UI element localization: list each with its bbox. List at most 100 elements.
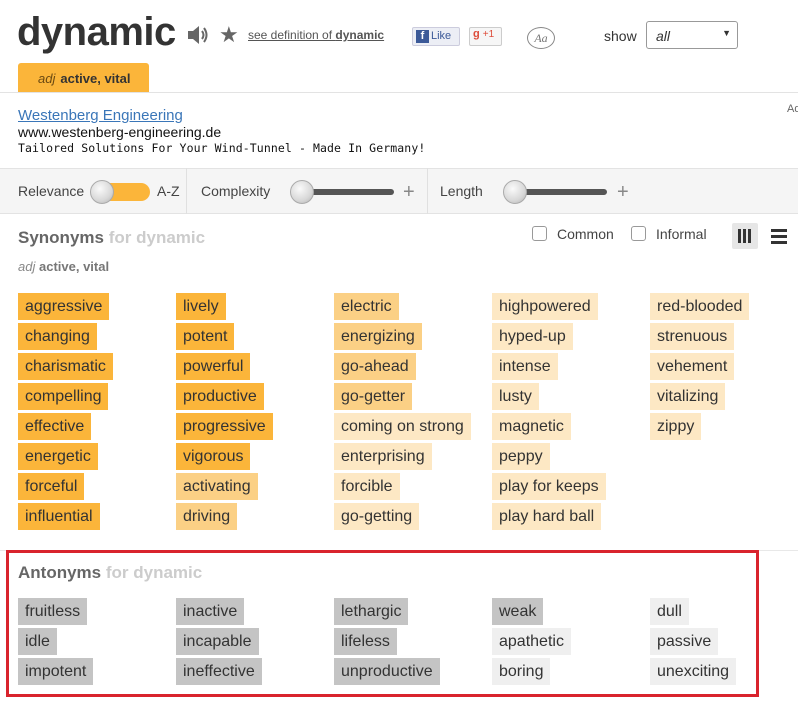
synonym-word[interactable]: highpowered [492, 293, 598, 320]
page-title: dynamic [17, 10, 176, 54]
antonym-word[interactable]: impotent [18, 658, 94, 685]
list-view-icon [771, 241, 787, 244]
synonym-word[interactable]: enterprising [334, 443, 432, 470]
common-label: Common [557, 226, 614, 242]
antonym-word[interactable]: lethargic [334, 598, 409, 625]
synonym-word[interactable]: peppy [492, 443, 550, 470]
list-view-button[interactable] [769, 227, 789, 245]
complexity-slider-knob[interactable] [290, 180, 314, 204]
synonym-word[interactable]: electric [334, 293, 399, 320]
antonym-word[interactable]: apathetic [492, 628, 571, 655]
antonym-word[interactable]: dull [650, 598, 689, 625]
antonym-word[interactable]: fruitless [18, 598, 88, 625]
antonym-word[interactable]: idle [18, 628, 57, 655]
divider [186, 168, 187, 214]
synonyms-heading: Synonyms for dynamic [18, 228, 205, 248]
synonyms-sense-pos: adj [18, 259, 36, 274]
synonym-word[interactable]: red-blooded [650, 293, 750, 320]
show-select[interactable]: all ▼ [646, 21, 738, 49]
informal-checkbox[interactable] [631, 226, 646, 241]
divider [427, 168, 428, 214]
common-checkbox[interactable] [532, 226, 547, 241]
ad-label: Ad [787, 103, 798, 115]
synonyms-heading-for: for dynamic [108, 228, 206, 247]
synonym-word[interactable]: influential [18, 503, 100, 530]
synonym-word[interactable]: magnetic [492, 413, 571, 440]
see-definition-link[interactable]: see definition of dynamic [248, 28, 384, 42]
show-label: show [604, 28, 637, 44]
synonym-word[interactable]: vehement [650, 353, 735, 380]
synonym-word[interactable]: progressive [176, 413, 273, 440]
synonym-word[interactable]: compelling [18, 383, 109, 410]
synonym-word[interactable]: productive [176, 383, 264, 410]
synonym-word[interactable]: play for keeps [492, 473, 606, 500]
ad-description: Tailored Solutions For Your Wind-Tunnel … [18, 141, 426, 155]
facebook-like-label: Like [431, 30, 452, 42]
az-label: A-Z [157, 183, 180, 199]
complexity-slider[interactable] [290, 180, 396, 204]
synonym-word[interactable]: play hard ball [492, 503, 602, 530]
synonym-word[interactable]: hyped-up [492, 323, 573, 350]
antonym-word[interactable]: boring [492, 658, 551, 685]
relevance-label: Relevance [18, 183, 85, 199]
google-plus-icon: g [473, 28, 480, 40]
synonym-word[interactable]: energizing [334, 323, 422, 350]
antonym-word[interactable]: inactive [176, 598, 245, 625]
synonym-word[interactable]: forceful [18, 473, 85, 500]
length-label: Length [440, 183, 483, 199]
synonym-word[interactable]: changing [18, 323, 97, 350]
synonym-word[interactable]: go-getting [334, 503, 420, 530]
synonym-word[interactable]: driving [176, 503, 238, 530]
complexity-label: Complexity [201, 183, 271, 199]
antonym-word[interactable]: unproductive [334, 658, 440, 685]
antonym-word[interactable]: lifeless [334, 628, 397, 655]
length-slider-knob[interactable] [503, 180, 527, 204]
sense-tab[interactable]: adj active, vital [18, 63, 149, 93]
font-toggle-button[interactable]: Aa [527, 27, 555, 49]
synonym-word[interactable]: go-ahead [334, 353, 416, 380]
antonym-word[interactable]: ineffective [176, 658, 262, 685]
antonyms-heading-for: for dynamic [105, 563, 203, 582]
star-icon[interactable]: ★ [219, 22, 239, 48]
column-view-icon [743, 229, 746, 243]
synonym-word[interactable]: forcible [334, 473, 400, 500]
synonym-word[interactable]: energetic [18, 443, 98, 470]
synonym-word[interactable]: lively [176, 293, 226, 320]
synonym-word[interactable]: strenuous [650, 323, 735, 350]
list-view-icon [771, 229, 787, 232]
synonym-word[interactable]: zippy [650, 413, 702, 440]
divider [0, 92, 798, 93]
ad-title-link[interactable]: Westenberg Engineering [18, 107, 183, 124]
google-plus-button[interactable]: g +1 [469, 27, 502, 46]
length-plus-icon: + [617, 181, 629, 203]
synonym-word[interactable]: aggressive [18, 293, 110, 320]
list-view-icon [771, 235, 787, 238]
synonym-word[interactable]: charismatic [18, 353, 113, 380]
column-view-button[interactable] [732, 223, 758, 249]
sort-toggle[interactable] [90, 180, 152, 204]
synonym-word[interactable]: lusty [492, 383, 539, 410]
synonym-word[interactable]: effective [18, 413, 92, 440]
antonyms-heading-label: Antonyms [18, 563, 102, 582]
synonym-word[interactable]: activating [176, 473, 258, 500]
synonym-word[interactable]: intense [492, 353, 558, 380]
synonym-word[interactable]: go-getter [334, 383, 413, 410]
synonym-word[interactable]: potent [176, 323, 235, 350]
antonym-word[interactable]: weak [492, 598, 544, 625]
sense-tab-definition: active, vital [60, 71, 131, 86]
informal-label: Informal [656, 226, 707, 242]
length-slider[interactable] [503, 180, 609, 204]
sort-toggle-knob[interactable] [90, 180, 114, 204]
synonym-word[interactable]: vitalizing [650, 383, 726, 410]
synonym-word[interactable]: coming on strong [334, 413, 471, 440]
dropdown-arrow-icon: ▼ [722, 28, 731, 38]
synonym-word[interactable]: vigorous [176, 443, 251, 470]
antonym-word[interactable]: unexciting [650, 658, 737, 685]
see-definition-prefix: see definition of [248, 28, 336, 42]
synonym-word[interactable]: powerful [176, 353, 251, 380]
facebook-icon: f [416, 30, 429, 43]
facebook-like-button[interactable]: f Like [412, 27, 460, 46]
antonym-word[interactable]: passive [650, 628, 719, 655]
speaker-icon[interactable] [186, 24, 210, 46]
antonym-word[interactable]: incapable [176, 628, 259, 655]
